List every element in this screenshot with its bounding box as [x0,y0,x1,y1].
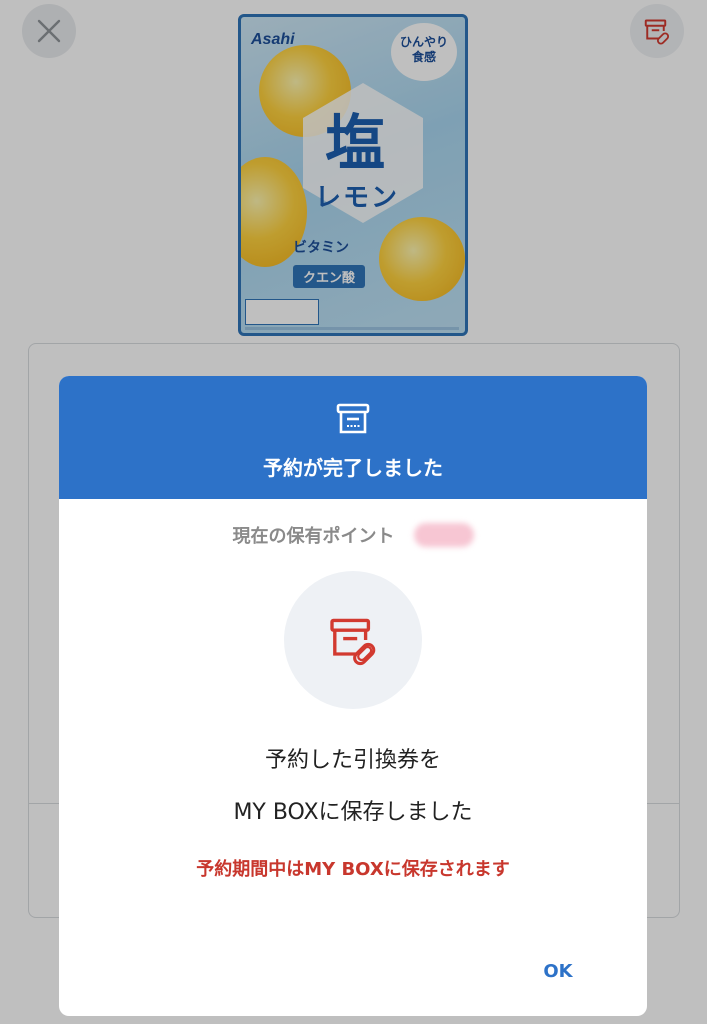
dialog-message-line1: 予約した引換券を [264,748,441,773]
points-label: 現在の保有ポイント [232,526,395,547]
ok-button[interactable]: OK [533,956,583,986]
dialog-title: 予約が完了しました [263,456,443,480]
reservation-complete-dialog: 予約が完了しました 現在の保有ポイント 0000 予約した引換券を MY BOX… [59,376,647,1016]
dialog-header: 予約が完了しました [59,376,647,499]
archive-box-icon [336,403,370,434]
points-value-redacted: 0000 [413,523,474,547]
coupon-attach-icon [330,618,376,666]
coupon-icon-circle [284,571,422,709]
points-row: 現在の保有ポイント 0000 [59,522,647,548]
dialog-message-line2: MY BOXに保存しました [233,800,473,825]
dialog-note: 予約期間中はMY BOXに保存されます [196,859,510,880]
